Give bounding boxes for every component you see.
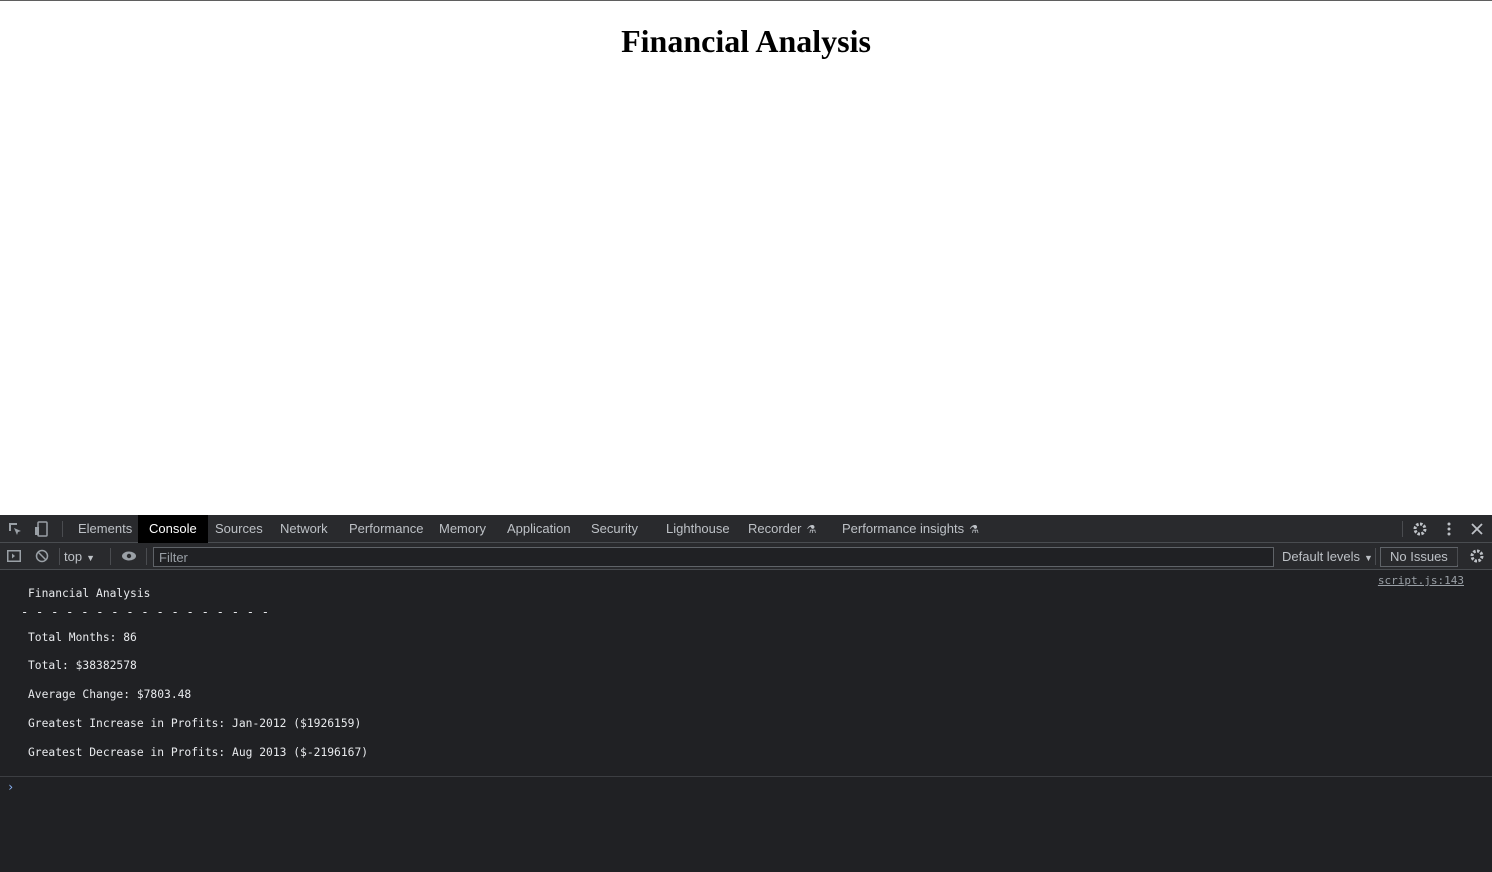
source-link[interactable]: script.js:143	[1378, 574, 1464, 587]
more-options-icon[interactable]	[1440, 520, 1458, 538]
device-toggle-icon[interactable]	[32, 520, 50, 538]
page-title: Financial Analysis	[621, 23, 871, 59]
toolbar-separator	[146, 548, 147, 565]
live-expression-eye-icon[interactable]	[120, 547, 138, 565]
web-page: Financial Analysis	[0, 0, 1492, 515]
toolbar-separator	[1457, 548, 1458, 565]
tab-performance[interactable]: Performance	[338, 515, 434, 543]
experimental-flask-icon: ⚗	[806, 524, 817, 536]
log-line: Total Months: 86	[28, 631, 137, 644]
chevron-down-icon: ▼	[1364, 553, 1373, 563]
context-label: top	[64, 549, 83, 564]
tab-network[interactable]: Network	[269, 515, 339, 543]
console-prompt[interactable]: ›	[7, 780, 14, 794]
tab-security[interactable]: Security	[580, 515, 649, 543]
sidebar-toggle-icon[interactable]	[5, 547, 23, 565]
clear-console-icon[interactable]	[33, 547, 51, 565]
tabbar-separator	[1402, 521, 1403, 537]
tab-memory[interactable]: Memory	[428, 515, 497, 543]
tab-sources[interactable]: Sources	[204, 515, 274, 543]
log-line: - - - - - - - - - - - - - - - - -	[21, 605, 270, 619]
console-output: script.js:143 Financial Analysis - - - -…	[0, 571, 1492, 777]
log-levels-dropdown[interactable]: Default levels ▼	[1282, 543, 1373, 570]
tab-elements[interactable]: Elements	[67, 515, 143, 543]
log-line: Average Change: $7803.48	[28, 688, 192, 701]
chevron-down-icon: ▼	[86, 553, 95, 563]
issues-button[interactable]: No Issues	[1380, 547, 1458, 567]
close-icon[interactable]	[1468, 520, 1486, 538]
tab-console[interactable]: Console	[138, 515, 208, 543]
tab-performance-insights[interactable]: Performance insights ⚗	[831, 515, 990, 543]
settings-gear-icon[interactable]	[1411, 520, 1429, 538]
toolbar-separator	[1375, 548, 1376, 565]
log-levels-label: Default levels	[1282, 549, 1361, 564]
log-line: Financial Analysis	[28, 587, 151, 600]
context-selector[interactable]: top ▼	[64, 543, 95, 570]
console-toolbar: top▼ Default levels▼ No Issues	[0, 543, 1492, 570]
tab-recorder[interactable]: Recorder ⚗	[737, 515, 827, 543]
toolbar-separator	[110, 548, 111, 565]
tab-application[interactable]: Application	[496, 515, 582, 543]
tab-lighthouse[interactable]: Lighthouse	[655, 515, 741, 543]
inspect-element-icon[interactable]	[6, 520, 24, 538]
devtools-tabbar: Elements Console Sources Network Perform…	[0, 515, 1492, 543]
tab-performance-insights-label: Performance insights	[842, 521, 965, 536]
log-line: Greatest Increase in Profits: Jan-2012 (…	[28, 717, 362, 730]
console-settings-gear-icon[interactable]	[1468, 547, 1486, 565]
log-line: Greatest Decrease in Profits: Aug 2013 (…	[28, 746, 369, 759]
tabbar-separator	[62, 521, 63, 537]
tab-recorder-label: Recorder	[748, 521, 802, 536]
devtools-panel: Elements Console Sources Network Perform…	[0, 515, 1492, 872]
log-line: Total: $38382578	[28, 659, 137, 672]
experimental-flask-icon: ⚗	[969, 524, 979, 536]
filter-input[interactable]	[153, 547, 1274, 567]
toolbar-separator	[59, 548, 60, 565]
